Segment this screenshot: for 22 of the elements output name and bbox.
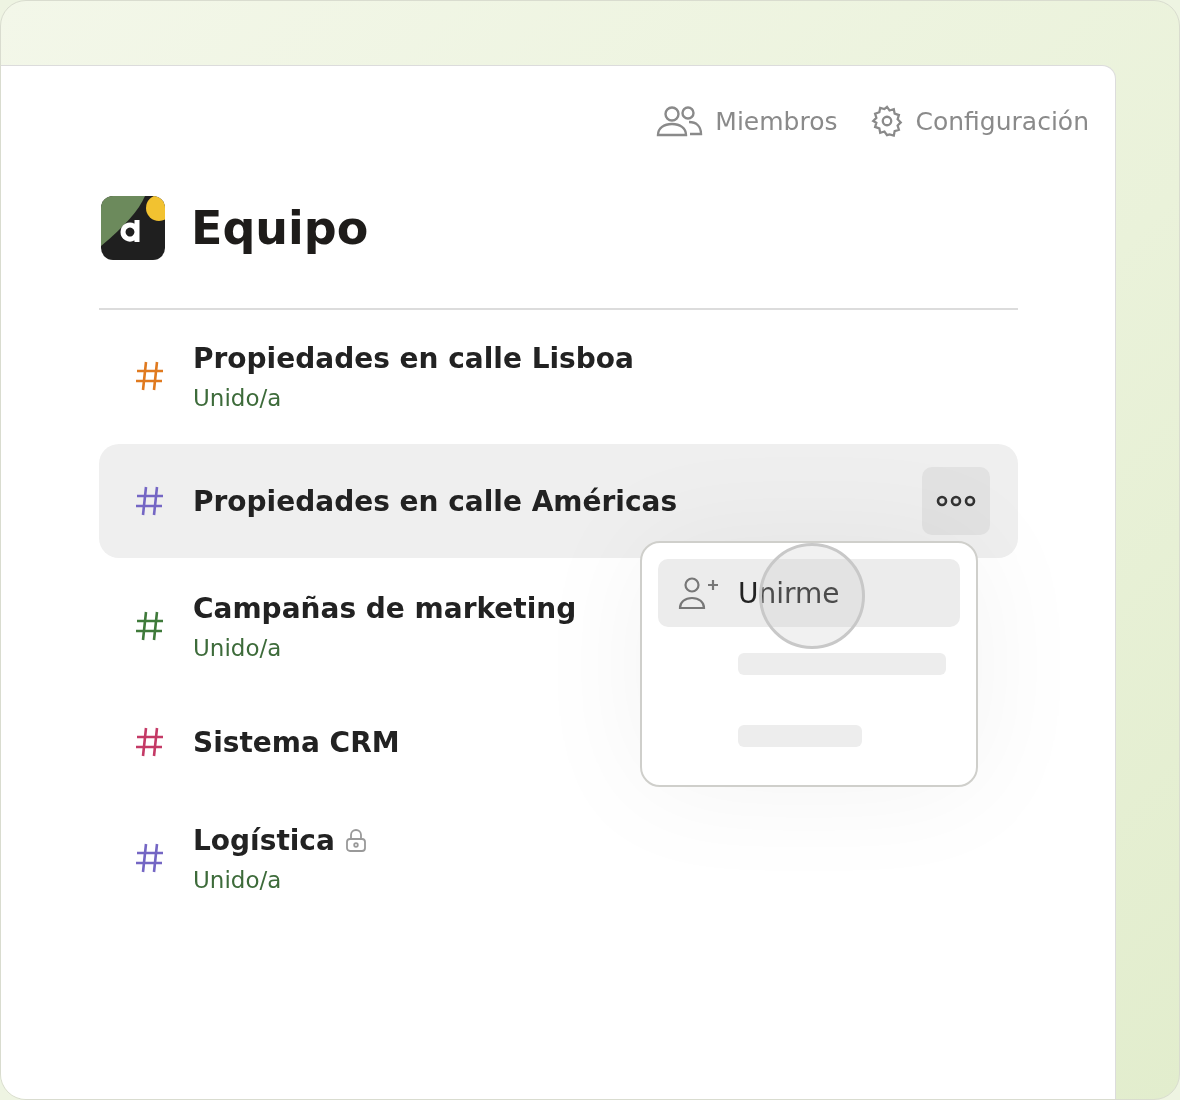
add-user-icon xyxy=(678,576,720,610)
workspace-logo xyxy=(101,196,165,260)
channel-row[interactable]: Campañas de marketing Unido/a xyxy=(99,578,605,674)
channel-row[interactable]: Logística Unido/a xyxy=(99,810,395,906)
joined-status: Unido/a xyxy=(193,634,283,661)
lock-icon xyxy=(344,828,367,852)
joined-status: Unido/a xyxy=(193,384,283,411)
settings-icon xyxy=(869,104,904,138)
workspace-title: Equipo xyxy=(191,201,369,255)
more-button[interactable] xyxy=(922,467,990,535)
channel-name: Propiedades en calle Lisboa xyxy=(193,341,634,375)
more-icon xyxy=(936,495,976,507)
channel-row[interactable]: Propiedades en calle Lisboa Unido/a xyxy=(99,328,662,424)
channel-name: Logística xyxy=(193,823,335,857)
channel-name: Campañas de marketing xyxy=(193,591,577,625)
members-icon xyxy=(655,105,704,137)
channel-row[interactable]: Propiedades en calle Américas xyxy=(99,444,1018,558)
channel-row[interactable]: Sistema CRM xyxy=(99,694,428,790)
joined-status: Unido/a xyxy=(193,866,283,893)
menu-item[interactable]: Unirme xyxy=(658,559,960,627)
channel-name: Sistema CRM xyxy=(193,725,400,759)
channel-name: Propiedades en calle Américas xyxy=(193,484,678,518)
